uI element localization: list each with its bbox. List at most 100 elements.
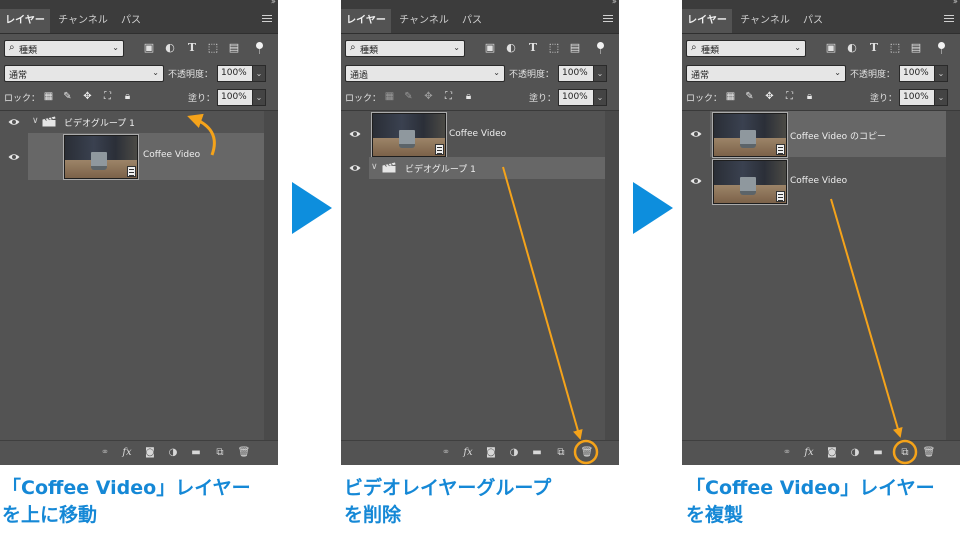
smart-object-filter-icon[interactable]: ▤ [568,41,582,55]
lock-all-icon[interactable]: 🔒︎ [463,91,474,103]
lock-image-pixels-icon[interactable]: ✎ [403,91,414,103]
new-layer-icon[interactable]: ⧉ [213,446,227,460]
opacity-dropdown-icon[interactable]: ⌄ [934,65,948,82]
pixel-layer-filter-icon[interactable]: ▣ [142,41,156,55]
type-layer-filter-icon[interactable]: T [526,41,540,55]
trash-icon[interactable]: 🗑︎ [237,446,251,460]
shape-layer-filter-icon[interactable]: ⬚ [206,41,220,55]
panel-menu-icon[interactable] [603,15,613,24]
pixel-layer-filter-icon[interactable]: ▣ [824,41,838,55]
visibility-toggle[interactable] [682,111,710,157]
layer-row-coffee-video-copy[interactable]: Coffee Video のコピー [682,111,946,157]
lock-image-pixels-icon[interactable]: ✎ [744,91,755,103]
opacity-field[interactable]: 100% [899,65,935,82]
link-layers-icon[interactable]: ⚭ [780,446,794,460]
adjustment-layer-filter-icon[interactable]: ◐ [845,41,859,55]
adjustment-layer-icon[interactable]: ◑ [166,446,180,460]
visibility-toggle[interactable] [0,133,28,180]
group-collapse-chevron-icon[interactable]: ∨ [371,162,378,172]
trash-icon[interactable]: 🗑︎ [580,446,594,460]
filter-toggle-icon[interactable] [595,41,605,55]
lock-artboard-icon[interactable]: ⛶ [102,91,113,103]
type-layer-filter-icon[interactable]: T [185,41,199,55]
lock-artboard-icon[interactable]: ⛶ [784,91,795,103]
lock-all-icon[interactable]: 🔒︎ [804,91,815,103]
pixel-layer-filter-icon[interactable]: ▣ [483,41,497,55]
layer-row-coffee-video[interactable]: Coffee Video [341,111,605,157]
blend-mode-select[interactable]: 通常 ⌄ [686,65,846,82]
opacity-field[interactable]: 100% [217,65,253,82]
adjustment-layer-filter-icon[interactable]: ◐ [163,41,177,55]
tab-layers[interactable]: レイヤー [341,9,391,33]
blend-mode-select[interactable]: 通過 ⌄ [345,65,505,82]
shape-layer-filter-icon[interactable]: ⬚ [888,41,902,55]
tab-layers[interactable]: レイヤー [682,9,732,33]
fill-field[interactable]: 100% [899,89,935,106]
tab-channels[interactable]: チャンネル [734,9,796,33]
opacity-dropdown-icon[interactable]: ⌄ [593,65,607,82]
trash-icon[interactable]: 🗑︎ [922,446,936,460]
add-mask-icon[interactable]: ◙ [143,446,157,460]
layer-row-video-group[interactable]: ∨ ビデオグループ 1 [369,157,605,179]
fill-dropdown-icon[interactable]: ⌄ [252,89,266,106]
new-group-icon[interactable]: ▬ [189,446,203,460]
tab-paths[interactable]: パス [457,9,487,33]
lock-all-icon[interactable]: 🔒︎ [122,91,133,103]
filter-kind-select[interactable]: ⌕ 種類 ⌄ [345,40,465,57]
layers-scrollbar[interactable] [946,111,960,441]
tab-paths[interactable]: パス [116,9,146,33]
layer-row-video-group[interactable]: ∨ ビデオグループ 1 [0,111,264,133]
collapse-chevron-icon[interactable]: ›› [953,0,958,7]
tab-paths[interactable]: パス [798,9,828,33]
smart-object-filter-icon[interactable]: ▤ [909,41,923,55]
visibility-toggle[interactable] [341,157,369,179]
adjustment-layer-icon[interactable]: ◑ [507,446,521,460]
tab-layers[interactable]: レイヤー [0,9,50,33]
layers-scrollbar[interactable] [605,111,619,441]
lock-transparent-pixels-icon[interactable]: ▦ [384,91,395,103]
filter-kind-select[interactable]: ⌕ 種類 ⌄ [686,40,806,57]
adjustment-layer-filter-icon[interactable]: ◐ [504,41,518,55]
lock-transparent-pixels-icon[interactable]: ▦ [43,91,54,103]
opacity-dropdown-icon[interactable]: ⌄ [252,65,266,82]
lock-image-pixels-icon[interactable]: ✎ [62,91,73,103]
tab-channels[interactable]: チャンネル [52,9,114,33]
layers-scrollbar[interactable] [264,111,278,441]
fill-dropdown-icon[interactable]: ⌄ [934,89,948,106]
visibility-toggle[interactable] [682,158,710,204]
new-layer-icon[interactable]: ⧉ [554,446,568,460]
lock-position-icon[interactable]: ✥ [423,91,434,103]
link-layers-icon[interactable]: ⚭ [439,446,453,460]
lock-artboard-icon[interactable]: ⛶ [443,91,454,103]
fx-icon[interactable]: fx [802,446,816,460]
new-layer-icon[interactable]: ⧉ [898,446,912,460]
panel-menu-icon[interactable] [944,15,954,24]
collapse-chevron-icon[interactable]: ›› [271,0,276,7]
blend-mode-select[interactable]: 通常 ⌄ [4,65,164,82]
lock-position-icon[interactable]: ✥ [764,91,775,103]
panel-menu-icon[interactable] [262,15,272,24]
add-mask-icon[interactable]: ◙ [484,446,498,460]
new-group-icon[interactable]: ▬ [530,446,544,460]
visibility-toggle[interactable] [0,111,28,133]
fill-field[interactable]: 100% [217,89,253,106]
filter-toggle-icon[interactable] [254,41,264,55]
fx-icon[interactable]: fx [461,446,475,460]
smart-object-filter-icon[interactable]: ▤ [227,41,241,55]
group-collapse-chevron-icon[interactable]: ∨ [32,116,39,126]
layer-row-coffee-video[interactable]: Coffee Video [682,158,946,204]
new-group-icon[interactable]: ▬ [871,446,885,460]
collapse-chevron-icon[interactable]: ›› [612,0,617,7]
fx-icon[interactable]: fx [120,446,134,460]
fill-field[interactable]: 100% [558,89,594,106]
tab-channels[interactable]: チャンネル [393,9,455,33]
lock-position-icon[interactable]: ✥ [82,91,93,103]
visibility-toggle[interactable] [341,111,369,157]
opacity-field[interactable]: 100% [558,65,594,82]
adjustment-layer-icon[interactable]: ◑ [848,446,862,460]
fill-dropdown-icon[interactable]: ⌄ [593,89,607,106]
lock-transparent-pixels-icon[interactable]: ▦ [725,91,736,103]
filter-kind-select[interactable]: ⌕ 種類 ⌄ [4,40,124,57]
type-layer-filter-icon[interactable]: T [867,41,881,55]
link-layers-icon[interactable]: ⚭ [98,446,112,460]
